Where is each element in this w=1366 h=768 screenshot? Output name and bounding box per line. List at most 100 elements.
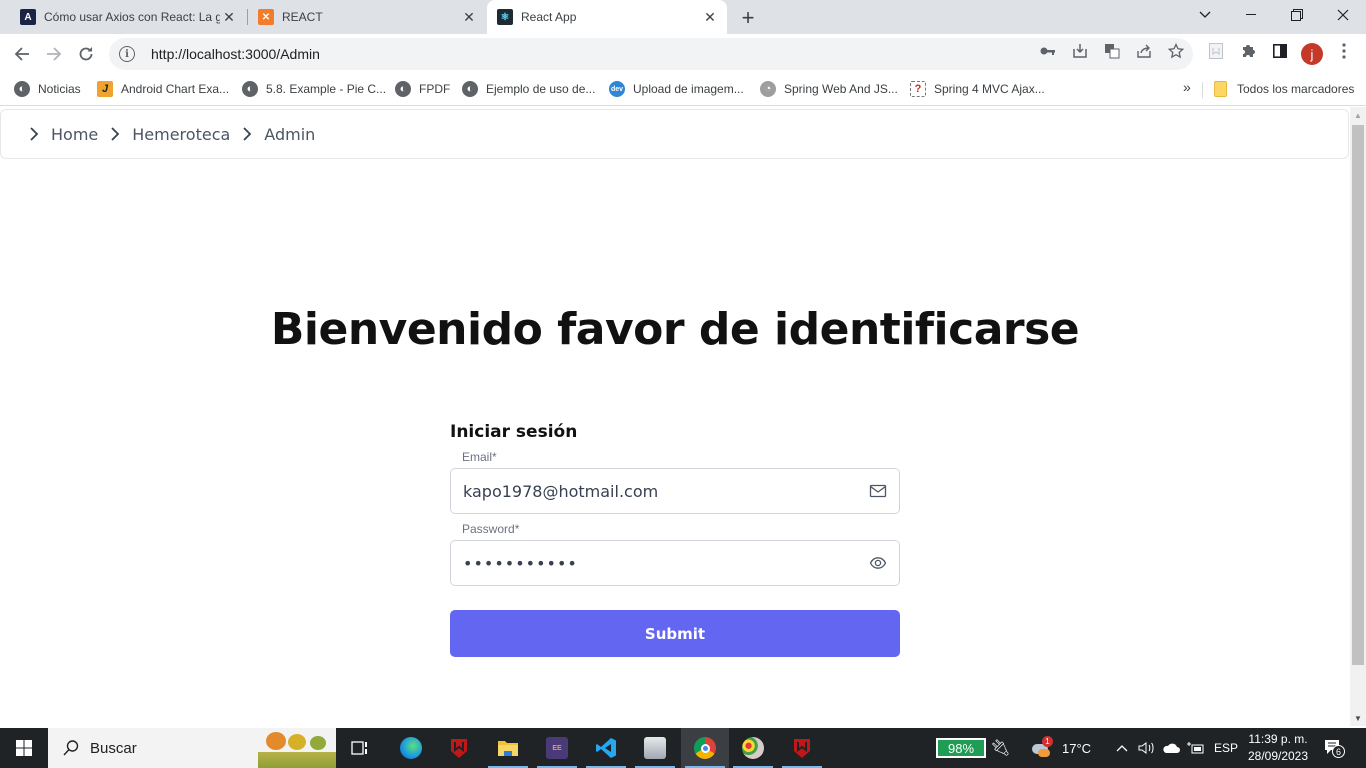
bookmark-label: Android Chart Exa...: [121, 82, 230, 96]
email-input[interactable]: [463, 481, 869, 501]
bookmark-label: Upload de imagem...: [633, 82, 744, 96]
breadcrumb-label: Admin: [264, 124, 316, 144]
search-label: Buscar: [90, 739, 137, 757]
taskbar-edge[interactable]: [387, 728, 435, 768]
folder-icon: [1214, 81, 1227, 97]
password-input[interactable]: [463, 553, 869, 573]
network-icon[interactable]: [1186, 728, 1204, 768]
resource-monitor-icon: [644, 737, 666, 759]
volume-icon[interactable]: [1138, 728, 1156, 768]
side-panel-icon[interactable]: [1271, 42, 1289, 60]
breadcrumb-home[interactable]: Home: [27, 125, 98, 144]
chevron-up-icon: [1116, 745, 1128, 752]
onedrive-cloud-icon[interactable]: [1162, 728, 1180, 768]
reload-button[interactable]: [74, 42, 98, 66]
close-tab-icon[interactable]: ✕: [220, 9, 238, 26]
bookmark-item[interactable]: dev Upload de imagem...: [609, 81, 744, 97]
email-label: Email*: [462, 450, 497, 464]
kebab-menu-icon[interactable]: [1335, 42, 1353, 60]
tab-react[interactable]: ✕ REACT ✕: [238, 0, 486, 34]
taskbar-search-box[interactable]: Buscar: [48, 728, 336, 768]
restore-button[interactable]: [1274, 0, 1320, 30]
password-field[interactable]: [450, 540, 900, 586]
password-label: Password*: [462, 522, 520, 536]
axios-site-icon: A: [20, 9, 36, 25]
taskbar-mcafee-2[interactable]: [778, 728, 826, 768]
minimize-button[interactable]: [1228, 0, 1274, 30]
install-app-icon[interactable]: [1071, 42, 1089, 60]
close-window-button[interactable]: [1320, 0, 1366, 30]
bookmark-label: Spring Web And JS...: [784, 82, 898, 96]
breadcrumb-admin[interactable]: Admin: [240, 125, 315, 144]
scroll-down-arrow-icon[interactable]: ▼: [1350, 710, 1366, 726]
xampp-icon: ✕: [258, 9, 274, 25]
all-bookmarks-button[interactable]: Todos los marcadores: [1214, 81, 1354, 97]
bookmark-item[interactable]: ◔ Spring Web And JS...: [760, 81, 898, 97]
share-icon[interactable]: [1135, 42, 1153, 60]
forward-button[interactable]: [42, 42, 66, 66]
battery-indicator[interactable]: 98%: [936, 738, 986, 758]
notification-center-button[interactable]: 6: [1324, 728, 1345, 768]
password-key-icon[interactable]: [1039, 42, 1057, 60]
close-tab-icon[interactable]: ✕: [701, 9, 719, 26]
bookmarks-divider: [1202, 82, 1203, 98]
restore-icon: [1291, 9, 1303, 21]
eye-icon[interactable]: [869, 554, 887, 572]
taskbar-java-ee-ide[interactable]: EE: [533, 728, 581, 768]
address-bar[interactable]: i http://localhost:3000/Admin: [109, 38, 1193, 70]
globe-icon: ◐: [14, 81, 30, 97]
tab-search-button[interactable]: [1182, 0, 1228, 30]
language-indicator[interactable]: ESP: [1214, 728, 1238, 768]
bookmark-item[interactable]: ◐ 5.8. Example - Pie C...: [242, 81, 386, 97]
start-button[interactable]: [0, 728, 48, 768]
clock[interactable]: 11:39 p. m. 28/09/2023: [1244, 731, 1312, 765]
show-hidden-icons-button[interactable]: [1116, 728, 1128, 768]
taskbar-vscode[interactable]: [582, 728, 630, 768]
question-site-icon: ?: [910, 81, 926, 97]
site-info-icon[interactable]: i: [119, 46, 135, 62]
extensions-puzzle-icon[interactable]: [1239, 42, 1257, 60]
bookmarks-overflow-button[interactable]: »: [1183, 79, 1191, 95]
minimize-icon: [1246, 14, 1256, 15]
breadcrumb-label: Home: [51, 124, 99, 144]
close-tab-icon[interactable]: ✕: [460, 9, 478, 26]
tab-react-app[interactable]: ⚛ React App ✕: [487, 0, 727, 34]
bookmark-item[interactable]: ◐ FPDF: [395, 81, 450, 97]
scroll-up-arrow-icon[interactable]: ▲: [1350, 107, 1366, 123]
extension-mcafee-icon[interactable]: [1207, 42, 1225, 60]
new-tab-button[interactable]: +: [738, 5, 758, 31]
back-button[interactable]: [10, 42, 34, 66]
chevron-down-icon: [1199, 11, 1211, 18]
email-field[interactable]: [450, 468, 900, 514]
bookmark-item[interactable]: ? Spring 4 MVC Ajax...: [910, 81, 1045, 97]
scroll-thumb[interactable]: [1352, 125, 1364, 665]
chevron-right-icon: [243, 127, 252, 141]
arrow-right-icon: [47, 47, 62, 61]
page-content: Home Hemeroteca Admin Bienvenido favor d…: [0, 107, 1350, 726]
weather-cloud-icon: 1: [1030, 736, 1054, 758]
taskbar-mcafee[interactable]: [435, 728, 483, 768]
weather-widget[interactable]: 1 17°C: [1030, 728, 1091, 768]
taskbar-monitor-app[interactable]: [631, 728, 679, 768]
edge-icon: [400, 737, 422, 759]
bookmark-item[interactable]: J Android Chart Exa...: [97, 81, 229, 97]
breadcrumb-hemeroteca[interactable]: Hemeroteca: [108, 125, 230, 144]
chevron-right-icon: [111, 127, 120, 141]
translate-icon[interactable]: [1103, 42, 1121, 60]
bookmark-star-icon[interactable]: [1167, 42, 1185, 60]
bookmark-item[interactable]: ◐ Noticias: [14, 81, 81, 97]
submit-button[interactable]: Submit: [450, 610, 900, 657]
vscode-icon: [596, 738, 616, 758]
page-title: Bienvenido favor de identificarse: [270, 304, 1080, 355]
tab-axios[interactable]: A Cómo usar Axios con React: La g ✕: [0, 0, 246, 34]
taskbar-chrome[interactable]: [681, 728, 729, 768]
bookmark-item[interactable]: ◐ Ejemplo de uso de...: [462, 81, 595, 97]
mcafee-shield-icon: [451, 739, 467, 758]
url-text[interactable]: http://localhost:3000/Admin: [151, 46, 320, 62]
taskbar-file-explorer[interactable]: [484, 728, 532, 768]
task-view-button[interactable]: [336, 728, 384, 768]
tab-title: Cómo usar Axios con React: La g: [44, 10, 220, 24]
page-scrollbar[interactable]: ▲ ▼: [1350, 107, 1366, 726]
profile-avatar[interactable]: j: [1301, 43, 1323, 65]
taskbar-paint[interactable]: [729, 728, 777, 768]
